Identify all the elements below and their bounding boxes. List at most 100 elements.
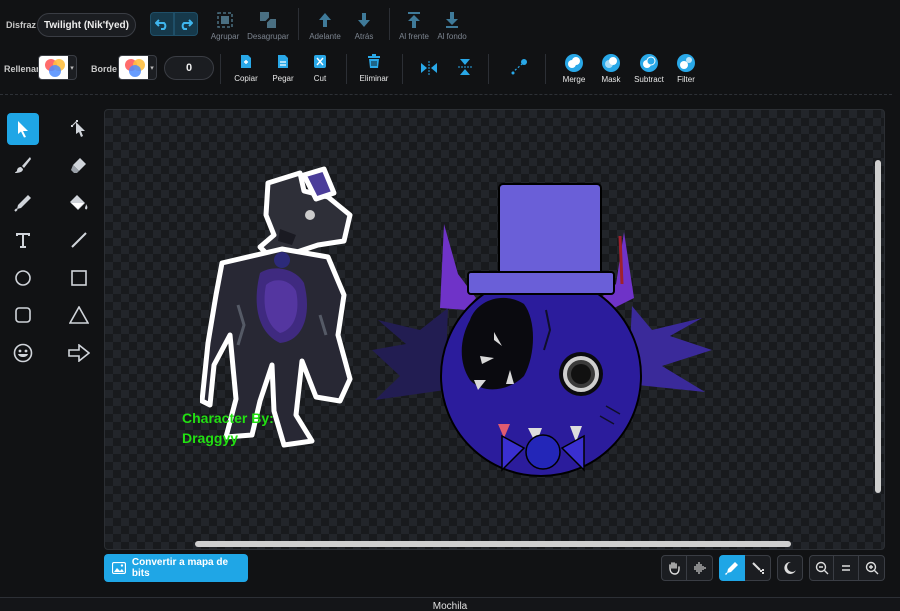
color-palette-icon <box>45 59 65 77</box>
zoom-reset-button[interactable] <box>834 555 859 581</box>
hand-icon <box>669 562 680 575</box>
merge-label: Merge <box>562 75 586 84</box>
audio-wave-icon <box>693 562 706 574</box>
to-back-icon <box>446 12 458 28</box>
outline-color-swatch[interactable] <box>118 55 152 80</box>
group-label: Agrupar <box>210 32 240 41</box>
cursor-arrow-icon <box>18 121 28 138</box>
reshape-tool[interactable] <box>63 113 95 145</box>
theme-toggle-button[interactable] <box>777 555 803 581</box>
rounded-square-icon <box>15 307 31 323</box>
triangle-tool[interactable] <box>63 299 95 331</box>
line-tool[interactable] <box>63 224 95 256</box>
credit-line-1: Character By: <box>182 410 274 426</box>
outline-width-input[interactable]: 0 <box>164 56 214 80</box>
fill-color-swatch[interactable] <box>38 55 72 80</box>
mask-label: Mask <box>601 75 621 84</box>
costume-name-input[interactable]: Twilight (Nik'fyed) <box>37 13 136 37</box>
vector-mode-button[interactable] <box>719 555 745 581</box>
redo-button[interactable] <box>174 12 198 36</box>
to-front-label: Al frente <box>399 32 429 41</box>
delete-label: Eliminar <box>359 74 389 83</box>
color-palette-icon <box>125 59 145 77</box>
arrow-up-icon <box>319 13 331 27</box>
flip-vertical-button[interactable] <box>458 58 472 81</box>
redo-icon <box>181 19 193 30</box>
ungroup-button[interactable]: Desagrupar <box>245 11 291 41</box>
emoji-tool[interactable] <box>7 337 39 369</box>
zoom-in-icon <box>865 561 878 575</box>
flip-horizontal-icon <box>421 61 437 75</box>
flip-horizontal-button[interactable] <box>420 61 438 80</box>
credit-text: Character By: Draggyy <box>182 408 274 448</box>
circle-tool[interactable] <box>7 262 39 294</box>
purple-monster-image <box>372 183 712 477</box>
paint-bucket-tool[interactable] <box>63 187 95 219</box>
separator <box>346 54 347 84</box>
backward-label: Atrás <box>354 32 374 41</box>
align-points-button[interactable] <box>510 58 528 81</box>
brush-pixels-icon <box>751 562 764 574</box>
filter-icon <box>677 54 695 72</box>
eyedropper-pen-icon <box>14 195 31 212</box>
fill-dropdown-arrow[interactable]: ▾ <box>68 55 77 80</box>
brush-tool[interactable] <box>7 149 39 181</box>
to-back-label: Al fondo <box>437 32 467 41</box>
paint-canvas[interactable]: Character By: Draggyy <box>104 109 885 550</box>
fill-tool[interactable] <box>7 187 39 219</box>
separator <box>220 54 221 84</box>
line-icon <box>71 232 87 248</box>
zoom-out-button[interactable] <box>809 555 834 581</box>
select-tool[interactable] <box>7 113 39 145</box>
backpack-bar[interactable]: Mochila <box>0 597 900 611</box>
pen-nib-icon <box>725 562 738 575</box>
zoom-in-button[interactable] <box>859 555 885 581</box>
paint-bucket-icon <box>70 195 88 210</box>
image-icon <box>112 562 126 574</box>
merge-icon <box>565 54 583 72</box>
text-tool[interactable] <box>7 224 39 256</box>
paste-icon <box>278 55 288 68</box>
eraser-tool[interactable] <box>63 149 95 181</box>
triangle-icon <box>69 306 89 324</box>
group-icon <box>217 12 233 28</box>
backpack-label: Mochila <box>432 601 468 611</box>
align-points-icon <box>511 59 527 75</box>
backward-button[interactable]: Atrás <box>341 11 387 41</box>
filter-button[interactable]: Filter <box>663 53 709 84</box>
separator <box>389 8 390 40</box>
toolbar-divider <box>0 94 892 95</box>
delete-button[interactable]: Eliminar <box>351 54 397 83</box>
arrow-shape-tool[interactable] <box>63 337 95 369</box>
paintbrush-icon <box>15 157 31 173</box>
paste-label: Pegar <box>272 74 294 83</box>
vertical-scrollbar[interactable] <box>875 160 881 493</box>
rectangle-tool[interactable] <box>63 262 95 294</box>
outline-label: Borde <box>91 64 118 74</box>
ungroup-label: Desagrupar <box>247 32 289 41</box>
separator <box>488 54 489 84</box>
cut-button[interactable]: Cut <box>297 54 343 83</box>
sound-wave-button[interactable] <box>687 555 713 581</box>
costume-label: Disfraz <box>6 20 37 30</box>
smiley-icon <box>13 343 33 363</box>
copy-icon <box>241 55 251 68</box>
fill-label: Rellenar <box>4 64 40 74</box>
filter-label: Filter <box>677 75 695 84</box>
outline-dropdown-arrow[interactable]: ▾ <box>148 55 157 80</box>
flip-vertical-icon <box>458 59 472 75</box>
group-button[interactable]: Agrupar <box>202 11 248 41</box>
to-back-button[interactable]: Al fondo <box>429 11 475 41</box>
bitmap-mode-button[interactable] <box>745 555 771 581</box>
undo-icon <box>155 19 167 30</box>
horizontal-scrollbar[interactable] <box>195 541 791 547</box>
undo-button[interactable] <box>150 12 174 36</box>
rounded-rectangle-tool[interactable] <box>7 299 39 331</box>
equals-icon <box>842 565 850 571</box>
eraser-icon <box>71 158 86 173</box>
separator <box>402 54 403 84</box>
forward-label: Adelante <box>309 32 341 41</box>
convert-to-bitmap-button[interactable]: Convertir a mapa de bits <box>104 554 248 582</box>
onion-skin-button[interactable] <box>661 555 687 581</box>
separator <box>545 54 546 84</box>
